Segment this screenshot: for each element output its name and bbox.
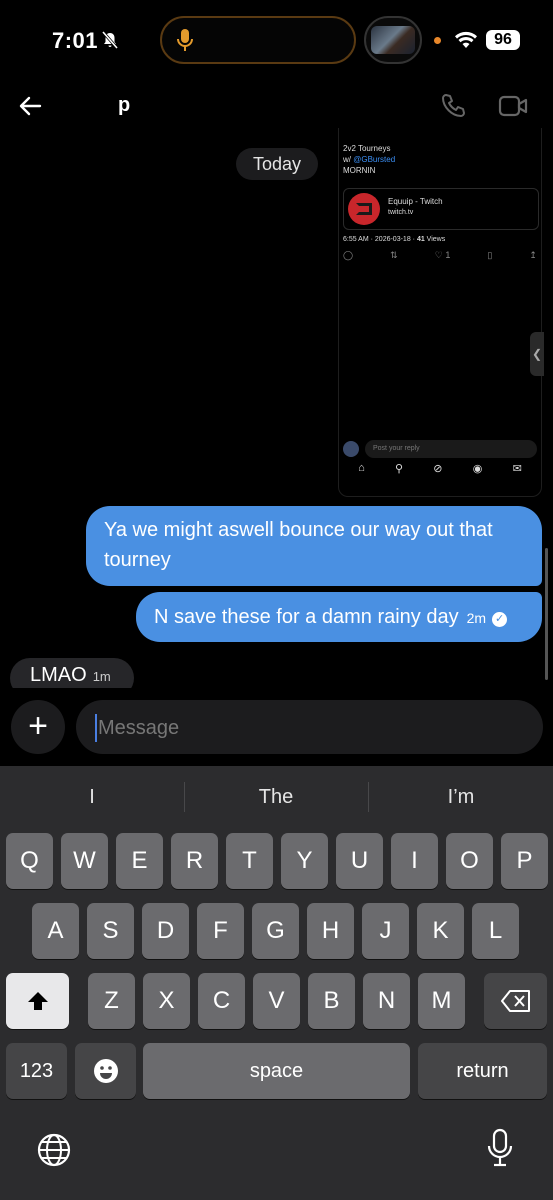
tweet-actions: ◯ ⇅ ♡ 1 ▯ ↥ xyxy=(343,250,537,261)
avatar xyxy=(343,441,359,457)
key-s[interactable]: S xyxy=(87,903,134,959)
key-o[interactable]: O xyxy=(446,833,493,889)
key-z[interactable]: Z xyxy=(88,973,135,1029)
dictation-mic-icon[interactable] xyxy=(486,1128,514,1168)
twitter-nav-bar: ⌂ ⚲ ⊘ ◉ ✉ xyxy=(343,462,537,475)
key-u[interactable]: U xyxy=(336,833,383,889)
delete-icon xyxy=(500,990,530,1012)
message-time: 2m xyxy=(466,610,487,626)
globe-icon[interactable] xyxy=(36,1132,72,1168)
retweet-icon[interactable]: ⇅ xyxy=(390,250,398,261)
battery-level: 96 xyxy=(486,30,520,50)
phone-call-icon[interactable] xyxy=(440,93,466,119)
mail-icon[interactable]: ✉ xyxy=(513,462,522,475)
emoji-icon xyxy=(93,1059,118,1083)
backspace-key[interactable] xyxy=(484,973,547,1029)
key-g[interactable]: G xyxy=(252,903,299,959)
side-panel-tab[interactable]: ❮ xyxy=(530,332,544,376)
key-e[interactable]: E xyxy=(116,833,163,889)
notifications-icon[interactable]: ◉ xyxy=(473,462,483,475)
reply-input[interactable]: Post your reply xyxy=(365,440,537,458)
key-d[interactable]: D xyxy=(142,903,189,959)
key-p[interactable]: P xyxy=(501,833,548,889)
key-b[interactable]: B xyxy=(308,973,355,1029)
shared-screenshot[interactable]: 2v2 Tourneys w/ @GBursted MORNIN Equuip … xyxy=(338,128,542,497)
scrollbar[interactable] xyxy=(545,548,548,680)
read-check-icon: ✓ xyxy=(492,612,508,627)
key-j[interactable]: J xyxy=(362,903,409,959)
message-text: N save these for a damn rainy day xyxy=(154,606,459,628)
video-call-icon[interactable] xyxy=(498,94,528,118)
tweet-line-1: 2v2 Tourneys xyxy=(343,144,391,153)
search-icon[interactable]: ⚲ xyxy=(395,462,403,475)
microphone-active-icon xyxy=(177,29,193,51)
twitch-channel-logo xyxy=(348,193,380,225)
contact-name[interactable]: p xyxy=(118,94,130,117)
tweet-line-2: w/ @GBursted xyxy=(343,155,396,164)
mic-indicator-dot xyxy=(434,37,441,44)
share-icon[interactable]: ↥ xyxy=(529,250,537,261)
message-placeholder: Message xyxy=(98,717,180,739)
message-time: 1m xyxy=(92,669,111,684)
add-attachment-button[interactable]: + xyxy=(11,700,65,754)
reply-icon[interactable]: ◯ xyxy=(343,250,353,261)
bell-off-icon xyxy=(101,31,119,49)
key-h[interactable]: H xyxy=(307,903,354,959)
bookmark-icon[interactable]: ▯ xyxy=(487,250,492,261)
key-q[interactable]: Q xyxy=(6,833,53,889)
suggestion-1[interactable]: I xyxy=(0,786,184,810)
like-icon[interactable]: ♡ 1 xyxy=(435,250,451,261)
key-r[interactable]: R xyxy=(171,833,218,889)
tweet-meta: 6:55 AM · 2026-03-18 · 41 Views xyxy=(343,236,446,243)
back-arrow-icon[interactable] xyxy=(18,94,42,118)
key-l[interactable]: L xyxy=(472,903,519,959)
status-time: 7:01 xyxy=(52,28,99,53)
emoji-key[interactable] xyxy=(75,1043,136,1099)
suggestion-2[interactable]: The xyxy=(184,786,368,810)
tweet-mention-link[interactable]: @GBursted xyxy=(353,155,395,164)
key-y[interactable]: Y xyxy=(281,833,328,889)
link-card[interactable]: Equuip - Twitch twitch.tv xyxy=(343,188,539,230)
message-outgoing[interactable]: Ya we might aswell bounce our way out th… xyxy=(86,506,542,586)
key-v[interactable]: V xyxy=(253,973,300,1029)
suggestion-3[interactable]: I’m xyxy=(369,786,553,810)
message-text: LMAO xyxy=(30,664,87,686)
text-cursor xyxy=(95,714,97,742)
message-outgoing[interactable]: N save these for a damn rainy day 2m ✓ xyxy=(136,592,542,642)
key-a[interactable]: A xyxy=(32,903,79,959)
key-x[interactable]: X xyxy=(143,973,190,1029)
media-thumbnail xyxy=(371,26,415,54)
key-f[interactable]: F xyxy=(197,903,244,959)
key-w[interactable]: W xyxy=(61,833,108,889)
numbers-key[interactable]: 123 xyxy=(6,1043,67,1099)
key-k[interactable]: K xyxy=(417,903,464,959)
key-c[interactable]: C xyxy=(198,973,245,1029)
wifi-icon xyxy=(455,31,477,48)
key-m[interactable]: M xyxy=(418,973,465,1029)
shift-key[interactable] xyxy=(6,973,69,1029)
shift-arrow-icon xyxy=(27,992,48,1010)
date-separator: Today xyxy=(236,148,318,180)
tweet-line-3: MORNIN xyxy=(343,166,376,175)
grok-icon[interactable]: ⊘ xyxy=(433,462,442,475)
card-domain: twitch.tv xyxy=(388,209,414,216)
space-key[interactable]: space xyxy=(143,1043,410,1099)
key-i[interactable]: I xyxy=(391,833,438,889)
key-t[interactable]: T xyxy=(226,833,273,889)
reply-bar: Post your reply xyxy=(343,440,537,458)
card-title: Equuip - Twitch xyxy=(388,197,443,206)
home-icon[interactable]: ⌂ xyxy=(358,462,365,475)
key-n[interactable]: N xyxy=(363,973,410,1029)
message-text: Ya we might aswell bounce our way out th… xyxy=(104,519,493,571)
return-key[interactable]: return xyxy=(418,1043,547,1099)
